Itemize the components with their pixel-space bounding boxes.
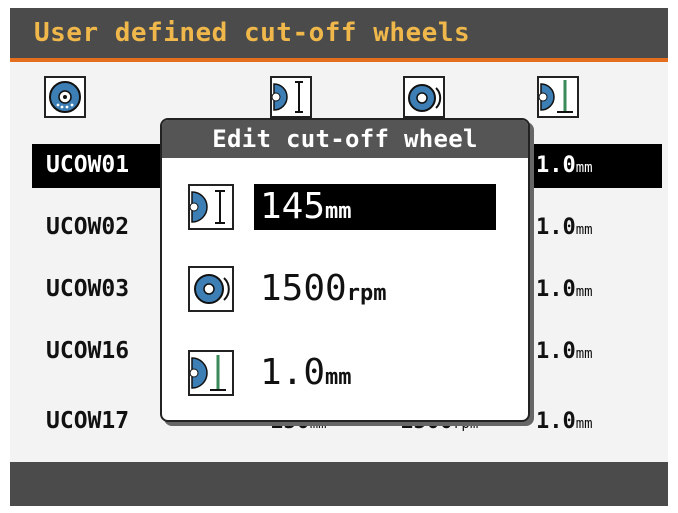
diameter-icon [188, 184, 234, 230]
thickness-value: 1.0mm [536, 153, 593, 178]
wheel-icon [44, 76, 86, 118]
wheel-name: UCOW01 [46, 152, 130, 178]
diameter-input[interactable]: 145mm [254, 184, 496, 230]
thickness-input[interactable]: 1.0mm [254, 350, 358, 396]
screen: User defined cut-off wheels UCOW01 1.0mm… [10, 8, 668, 506]
wheel-name: UCOW17 [46, 408, 130, 434]
page-title: User defined cut-off wheels [34, 18, 471, 48]
thickness-value: 1.0mm [536, 339, 593, 364]
dialog-title: Edit cut-off wheel [162, 120, 528, 158]
speed-icon [403, 76, 445, 118]
title-underline [10, 58, 668, 62]
wheel-name: UCOW02 [46, 214, 130, 240]
wheel-name: UCOW16 [46, 338, 130, 364]
speed-input[interactable]: 1500rpm [254, 266, 392, 312]
wheel-name: UCOW03 [46, 276, 130, 302]
edit-dialog: Edit cut-off wheel 145mm 1500rpm 1.0mm [160, 118, 530, 422]
thickness-value: 1.0mm [536, 277, 593, 302]
title-bar: User defined cut-off wheels [10, 8, 668, 62]
thickness-field[interactable]: 1.0mm [188, 346, 518, 400]
diameter-field[interactable]: 145mm [188, 180, 518, 234]
speed-icon [188, 266, 234, 312]
diameter-icon [270, 76, 312, 118]
status-bar [10, 462, 668, 506]
thickness-icon [188, 350, 234, 396]
speed-field[interactable]: 1500rpm [188, 262, 518, 316]
thickness-value: 1.0mm [536, 215, 593, 240]
thickness-icon [537, 76, 579, 118]
thickness-value: 1.0mm [536, 409, 593, 434]
